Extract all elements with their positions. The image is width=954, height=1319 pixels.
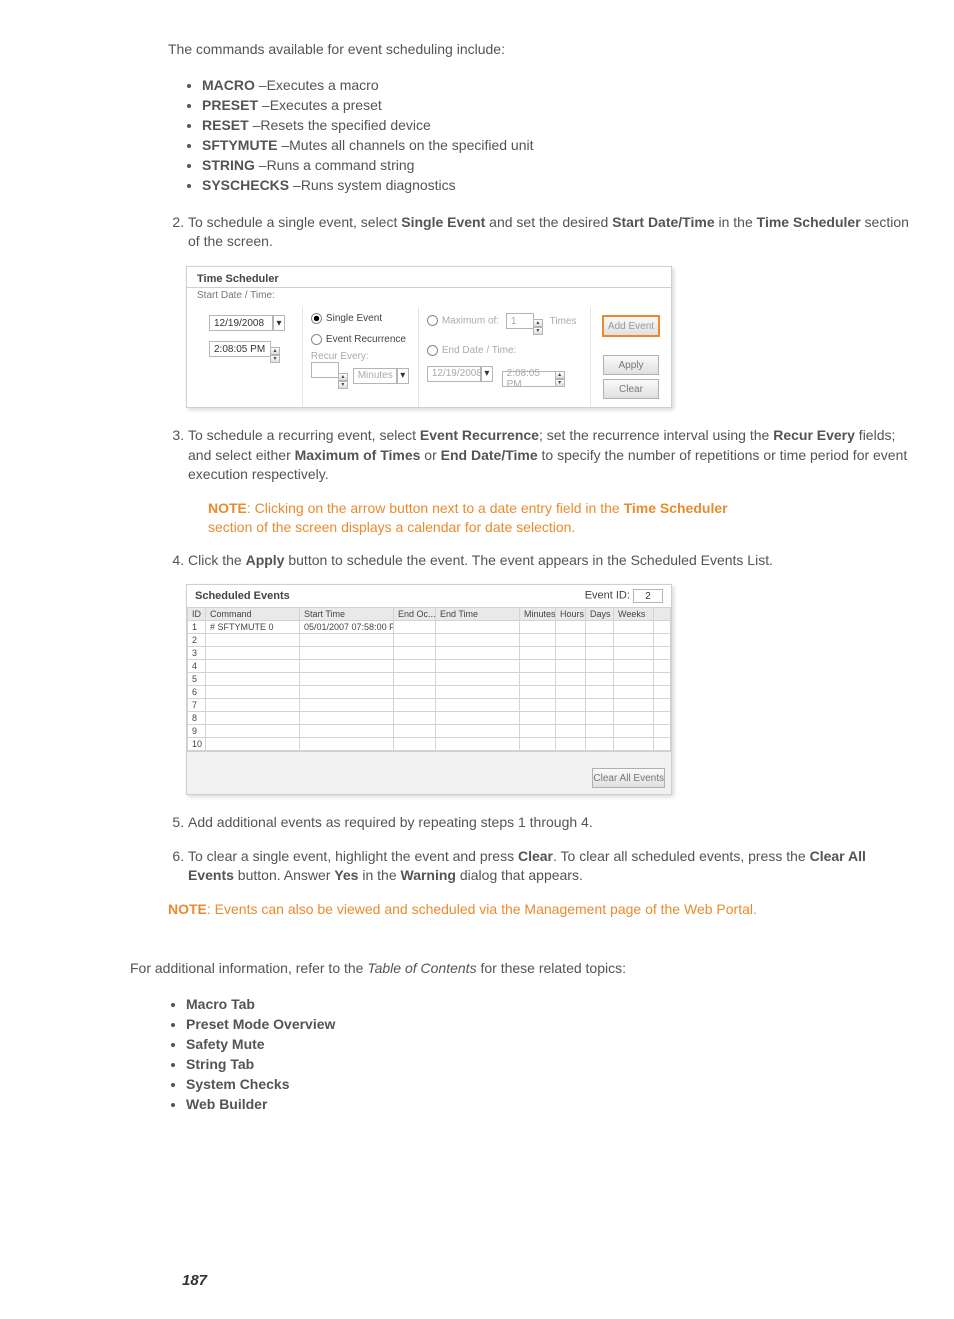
note-1: NOTE: Clicking on the arrow button next … [208, 499, 773, 537]
step-5: Add additional events as required by rep… [188, 813, 910, 833]
cmd-name: MACRO [202, 77, 255, 93]
scheduled-events-screenshot: Scheduled Events Event ID: 2 IDCommandSt… [186, 584, 672, 795]
end-date-field[interactable]: 12/19/2008 [427, 366, 481, 382]
table-row[interactable]: 10 [188, 738, 671, 751]
scheduler-title: Time Scheduler [187, 267, 671, 288]
clear-all-events-button[interactable]: Clear All Events [592, 768, 665, 788]
table-row[interactable]: 5 [188, 673, 671, 686]
max-of-field[interactable]: 1 [506, 313, 534, 329]
end-time-stepper[interactable]: ▴▾ [555, 371, 565, 387]
cmd-name: SYSCHECKS [202, 177, 289, 193]
start-datetime-label: Start Date / Time: [187, 288, 671, 307]
list-item: Macro Tab [186, 996, 910, 1012]
chevron-down-icon[interactable]: ▾ [481, 366, 493, 382]
table-row[interactable]: 7 [188, 699, 671, 712]
step-2: To schedule a single event, select Singl… [188, 213, 910, 252]
apply-button[interactable]: Apply [603, 355, 659, 375]
clear-button[interactable]: Clear [603, 379, 659, 399]
event-recurrence-label: Event Recurrence [326, 334, 406, 345]
cmd-name: STRING [202, 157, 255, 173]
event-id-value: 2 [633, 589, 663, 603]
time-stepper[interactable]: ▴▾ [270, 347, 280, 363]
list-item: System Checks [186, 1076, 910, 1092]
chevron-down-icon[interactable]: ▾ [273, 315, 285, 331]
table-row[interactable]: 6 [188, 686, 671, 699]
add-event-button[interactable]: Add Event [602, 315, 660, 337]
list-item: Web Builder [186, 1096, 910, 1112]
end-date-radio[interactable] [427, 345, 438, 356]
table-row[interactable]: 2 [188, 634, 671, 647]
step-4: Click the Apply button to schedule the e… [188, 551, 910, 571]
command-list: MACRO –Executes a macro PRESET –Executes… [130, 77, 910, 193]
start-time-field[interactable]: 2:08:05 PM [209, 341, 271, 357]
recur-count-field[interactable] [311, 362, 339, 378]
page-number: 187 [182, 1272, 910, 1289]
scheduled-events-title: Scheduled Events [195, 590, 290, 602]
list-item: Safety Mute [186, 1036, 910, 1052]
step-6: To clear a single event, highlight the e… [188, 847, 910, 886]
table-row[interactable]: 3 [188, 647, 671, 660]
max-of-radio[interactable] [427, 315, 438, 326]
single-event-radio[interactable] [311, 313, 322, 324]
chevron-down-icon[interactable]: ▾ [397, 368, 409, 384]
single-event-label: Single Event [326, 313, 382, 324]
cmd-name: SFTYMUTE [202, 137, 277, 153]
cmd-desc: –Runs system diagnostics [289, 177, 456, 193]
note-2: NOTE: Events can also be viewed and sche… [168, 900, 910, 919]
cmd-desc: –Resets the specified device [249, 117, 431, 133]
list-item: Preset Mode Overview [186, 1016, 910, 1032]
times-label: Times [550, 316, 577, 327]
table-row[interactable]: 9 [188, 725, 671, 738]
end-time-field[interactable]: 2:08:05 PM [502, 371, 556, 387]
cmd-name: PRESET [202, 97, 258, 113]
related-topics-list: Macro Tab Preset Mode Overview Safety Mu… [130, 996, 910, 1112]
start-date-field[interactable]: 12/19/2008 [209, 315, 273, 331]
recur-every-label: Recur Every: [311, 351, 410, 362]
event-id-label: Event ID: [585, 590, 630, 602]
cmd-desc: –Runs a command string [255, 157, 415, 173]
additional-info: For additional information, refer to the… [130, 959, 910, 978]
recur-stepper[interactable]: ▴▾ [338, 373, 348, 389]
cmd-desc: –Mutes all channels on the specified uni… [277, 137, 533, 153]
table-header-row: IDCommandStart TimeEnd Oc...End TimeMinu… [188, 608, 671, 621]
cmd-name: RESET [202, 117, 249, 133]
cmd-desc: –Executes a preset [258, 97, 382, 113]
max-of-label: Maximum of: [442, 316, 499, 327]
event-recurrence-radio[interactable] [311, 334, 322, 345]
time-scheduler-screenshot: Time Scheduler Start Date / Time: 12/19/… [186, 266, 672, 408]
list-item: String Tab [186, 1056, 910, 1072]
events-table: IDCommandStart TimeEnd Oc...End TimeMinu… [187, 607, 671, 751]
step-3: To schedule a recurring event, select Ev… [188, 426, 910, 485]
cmd-desc: –Executes a macro [255, 77, 379, 93]
table-row[interactable]: 8 [188, 712, 671, 725]
intro-text: The commands available for event schedul… [168, 40, 910, 59]
table-row[interactable]: 4 [188, 660, 671, 673]
table-row[interactable]: 1# SFTYMUTE 005/01/2007 07:58:00 PM [188, 621, 671, 634]
end-date-label: End Date / Time: [442, 345, 516, 356]
max-of-stepper[interactable]: ▴▾ [533, 319, 543, 335]
recur-unit-field[interactable]: Minutes [353, 368, 397, 384]
